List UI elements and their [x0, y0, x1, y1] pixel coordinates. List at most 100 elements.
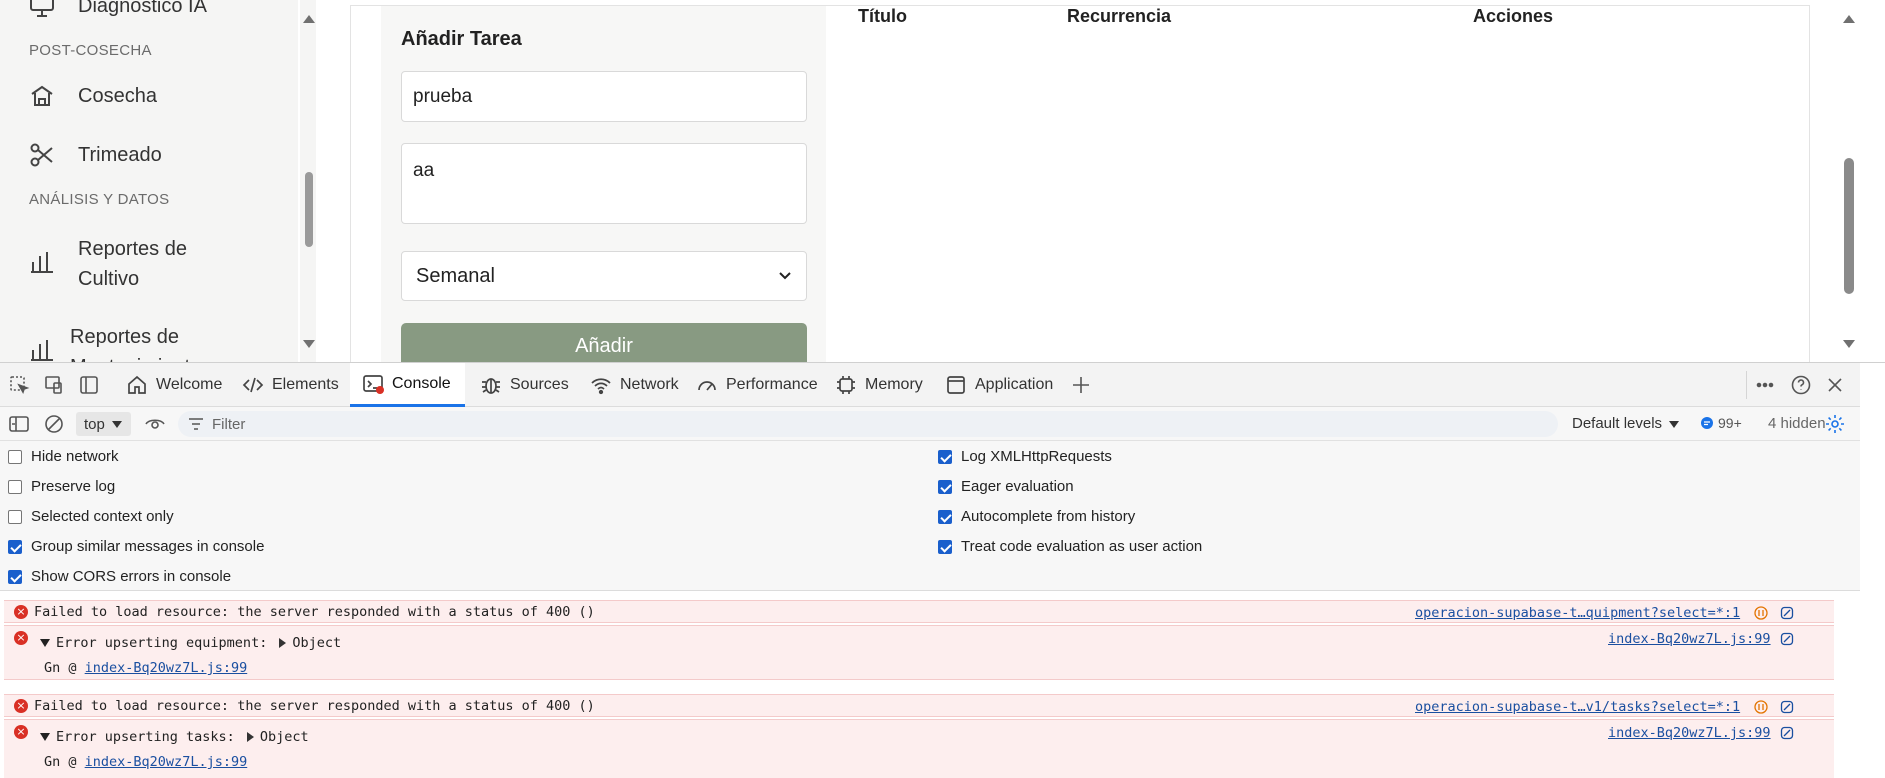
live-expression-eye-icon[interactable]	[144, 413, 166, 435]
setting-label: Group similar messages in console	[31, 538, 265, 555]
setting-group-similar[interactable]: Group similar messages in console	[8, 538, 264, 555]
sidebar-section-post-cosecha: POST-COSECHA	[29, 42, 152, 59]
ai-insights-icon[interactable]	[1780, 726, 1794, 740]
log-levels-dropdown[interactable]: Default levels	[1572, 415, 1680, 432]
help-icon[interactable]	[1790, 374, 1812, 396]
wifi-icon	[591, 378, 611, 395]
caret-down-icon	[1669, 420, 1680, 428]
error-object[interactable]: Object	[292, 635, 341, 651]
sidebar-item-cosecha[interactable]: Cosecha	[28, 82, 157, 110]
checkbox-log-xhr[interactable]	[938, 449, 952, 464]
form-title: Añadir Tarea	[401, 28, 522, 50]
setting-eager-evaluation[interactable]: Eager evaluation	[938, 478, 1074, 495]
checkbox-preserve-log[interactable]	[8, 479, 22, 494]
setting-preserve-log[interactable]: Preserve log	[8, 478, 115, 495]
sidebar-item-reportes-mantenimiento[interactable]: Reportes de Mantenimiento	[28, 322, 201, 362]
scissors-icon	[30, 143, 53, 167]
main-scroll-thumb[interactable]	[1844, 158, 1854, 294]
expand-triangle-icon[interactable]	[40, 639, 50, 647]
expand-triangle-icon[interactable]	[40, 733, 50, 741]
ai-insights-icon[interactable]	[1780, 700, 1794, 714]
inspect-element-icon[interactable]	[8, 374, 30, 396]
setting-selected-context-only[interactable]: Selected context only	[8, 508, 174, 525]
caret-down-icon	[111, 421, 122, 428]
error-source-link[interactable]: operacion-supabase-t…quipment?select=*:1	[1415, 605, 1740, 621]
checkbox-selected-context[interactable]	[8, 509, 22, 524]
error-object[interactable]: Object	[260, 729, 309, 745]
checkbox-treat-user-action[interactable]	[938, 539, 952, 554]
more-options-icon[interactable]	[1754, 374, 1776, 396]
checkbox-autocomplete[interactable]	[938, 509, 952, 524]
close-devtools-icon[interactable]	[1824, 374, 1846, 396]
console-settings-gear-icon[interactable]	[1824, 413, 1846, 435]
sidebar-item-label: Trimeado	[78, 143, 162, 166]
error-source-link[interactable]: index-Bq20wz7L.js:99	[1608, 725, 1771, 741]
collapsed-object-triangle-icon[interactable]	[246, 732, 254, 742]
scroll-up-arrow-icon[interactable]	[303, 15, 315, 23]
setting-autocomplete[interactable]: Autocomplete from history	[938, 508, 1135, 525]
task-description-textarea[interactable]: aa	[401, 143, 807, 224]
checkbox-eager-evaluation[interactable]	[938, 479, 952, 494]
error-icon: ×	[14, 725, 28, 739]
recurrence-select[interactable]: Semanal	[401, 251, 807, 301]
setting-hide-network[interactable]: Hide network	[8, 448, 119, 465]
ai-insights-icon[interactable]	[1780, 632, 1794, 646]
tab-sources[interactable]: Sources	[468, 363, 581, 407]
main-content: Añadir Tarea prueba aa Semanal Añadir Tí…	[350, 5, 1810, 362]
task-title-input[interactable]: prueba	[401, 71, 807, 122]
scroll-down-arrow-icon[interactable]	[303, 340, 315, 348]
tab-application[interactable]: Application	[933, 363, 1065, 407]
tab-memory[interactable]: Memory	[823, 363, 935, 407]
sidebar-scrollbar[interactable]	[300, 0, 316, 362]
network-request-icon[interactable]	[1754, 606, 1768, 620]
error-source-link[interactable]: operacion-supabase-t…v1/tasks?select=*:1	[1415, 699, 1740, 715]
tab-performance[interactable]: Performance	[684, 363, 830, 407]
sidebar-item-label-line2: Mantenimiento	[70, 352, 201, 362]
setting-label: Log XMLHttpRequests	[961, 448, 1112, 465]
context-selector-value: top	[84, 415, 105, 433]
chip-icon	[837, 376, 855, 394]
filter-icon	[189, 418, 203, 430]
stack-trace-link[interactable]: index-Bq20wz7L.js:99	[85, 660, 248, 676]
console-error-message: × Error upserting equipment: Object Gn @ …	[4, 625, 1834, 680]
sidebar-toggle-icon[interactable]	[8, 413, 30, 435]
setting-label: Eager evaluation	[961, 478, 1074, 495]
console-filter-input[interactable]: Filter	[178, 411, 1558, 437]
issues-counter[interactable]: 99+	[1700, 415, 1742, 431]
issues-count: 99+	[1718, 415, 1742, 431]
error-text: Failed to load resource: the server resp…	[34, 698, 595, 714]
add-tab-plus-icon[interactable]	[1070, 374, 1092, 396]
main-scrollbar[interactable]	[1840, 0, 1856, 362]
setting-show-cors[interactable]: Show CORS errors in console	[8, 568, 231, 585]
scroll-up-arrow-icon[interactable]	[1843, 15, 1855, 23]
column-header-recurrencia: Recurrencia	[1067, 6, 1172, 26]
tab-console[interactable]: Console	[350, 363, 465, 407]
scroll-down-arrow-icon[interactable]	[1843, 340, 1855, 348]
network-request-icon[interactable]	[1754, 700, 1768, 714]
setting-treat-user-action[interactable]: Treat code evaluation as user action	[938, 538, 1202, 555]
sidebar-item-reportes-cultivo[interactable]: Reportes de Cultivo	[28, 234, 187, 294]
checkbox-hide-network[interactable]	[8, 449, 22, 464]
tab-elements[interactable]: Elements	[230, 363, 351, 407]
sidebar-scroll-thumb[interactable]	[305, 172, 313, 247]
error-source-link[interactable]: index-Bq20wz7L.js:99	[1608, 631, 1771, 647]
clear-console-icon[interactable]	[43, 413, 65, 435]
setting-log-xhr[interactable]: Log XMLHttpRequests	[938, 448, 1112, 465]
console-icon	[363, 374, 384, 394]
tab-label: Memory	[865, 376, 923, 393]
tab-network[interactable]: Network	[578, 363, 691, 407]
device-emulation-icon[interactable]	[43, 374, 65, 396]
tab-welcome[interactable]: Welcome	[114, 363, 234, 407]
column-header-acciones: Acciones	[1473, 6, 1554, 26]
sidebar-item-trimeado[interactable]: Trimeado	[28, 141, 162, 169]
checkbox-show-cors[interactable]	[8, 569, 22, 584]
add-task-button[interactable]: Añadir	[401, 323, 807, 362]
error-text: Error upserting tasks:	[56, 729, 235, 745]
collapsed-object-triangle-icon[interactable]	[279, 638, 287, 648]
ai-insights-icon[interactable]	[1780, 606, 1794, 620]
context-selector[interactable]: top	[76, 412, 131, 436]
dock-side-icon[interactable]	[78, 374, 100, 396]
stack-trace-link[interactable]: index-Bq20wz7L.js:99	[85, 754, 248, 770]
sidebar-item-diagnostico[interactable]: Diagnóstico IA	[28, 0, 207, 20]
checkbox-group-similar[interactable]	[8, 539, 22, 554]
